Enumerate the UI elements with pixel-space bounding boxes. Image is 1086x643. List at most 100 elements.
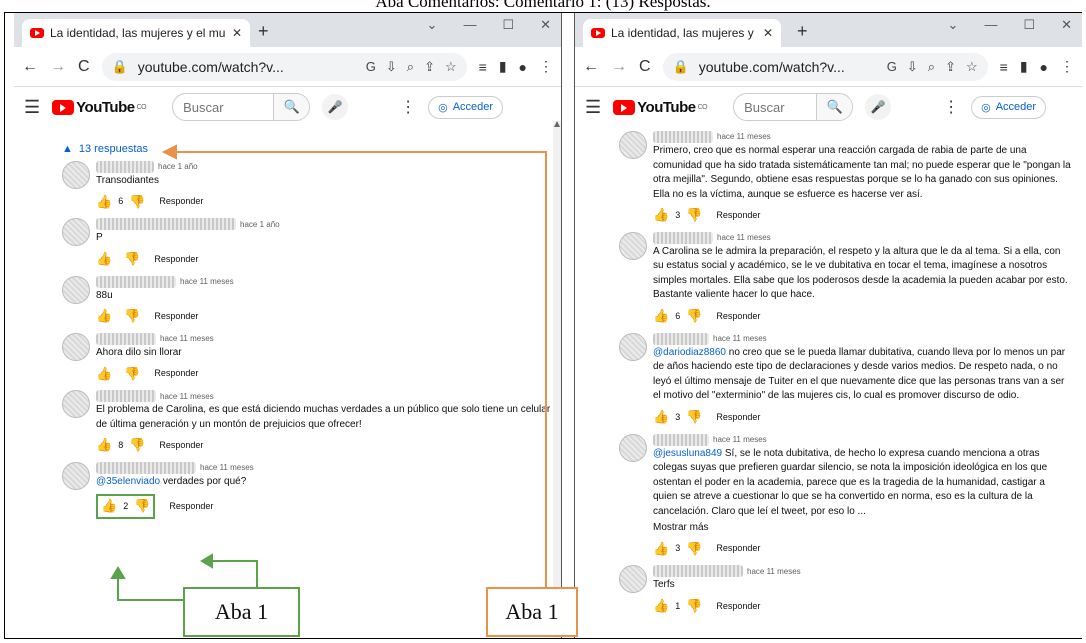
comment-time[interactable]: hace 11 meses xyxy=(747,566,801,578)
maximize-icon[interactable]: ☐ xyxy=(1023,17,1035,33)
dislike-icon[interactable]: 👎 xyxy=(686,408,702,427)
like-icon[interactable]: 👍 xyxy=(96,365,112,384)
replies-toggle[interactable]: ▲ 13 respuestas xyxy=(62,143,551,155)
install-icon[interactable]: ⇩ xyxy=(386,59,397,75)
comment-time[interactable]: hace 11 meses xyxy=(717,131,771,143)
microphone-icon[interactable]: 🎤 xyxy=(322,94,349,120)
avatar[interactable] xyxy=(62,161,90,189)
like-icon[interactable]: 👍 xyxy=(96,307,112,326)
back-icon[interactable]: ← xyxy=(583,58,599,76)
like-icon[interactable]: 👍 xyxy=(653,307,669,326)
reply-button[interactable]: Responder xyxy=(159,439,203,452)
avatar[interactable] xyxy=(62,275,90,304)
like-icon[interactable]: 👍 xyxy=(96,250,112,269)
new-tab-icon[interactable]: + xyxy=(797,21,808,42)
comment-time[interactable]: hace 11 meses xyxy=(160,391,214,403)
install-icon[interactable]: ⇩ xyxy=(907,59,918,75)
browser-menu-icon[interactable]: ⋮ xyxy=(1060,58,1074,75)
youtube-logo[interactable]: YouTube CO xyxy=(613,99,708,116)
reply-button[interactable]: Responder xyxy=(159,195,203,208)
sign-in-button[interactable]: ◎ Acceder xyxy=(971,95,1047,119)
address-bar[interactable]: 🔒 youtube.com/watch?v... G ⇩ ⌕ ⇪ ☆ xyxy=(101,52,467,81)
like-icon[interactable]: 👍 xyxy=(96,436,112,455)
zoom-icon[interactable]: ⌕ xyxy=(928,59,935,75)
reply-button[interactable]: Responder xyxy=(716,310,760,323)
minimize-icon[interactable]: — xyxy=(463,17,476,33)
youtube-logo[interactable]: YouTube CO xyxy=(52,99,147,116)
browser-menu-icon[interactable]: ⋮ xyxy=(539,58,553,75)
profile-icon[interactable]: ● xyxy=(519,59,527,75)
address-bar[interactable]: 🔒 youtube.com/watch?v... G ⇩ ⌕ ⇪ ☆ xyxy=(662,52,988,81)
minimize-icon[interactable]: — xyxy=(984,17,997,33)
reading-list-icon[interactable]: ≡ xyxy=(1000,59,1008,75)
dislike-icon[interactable]: 👎 xyxy=(124,307,140,326)
search-input[interactable] xyxy=(173,99,274,115)
reply-button[interactable]: Responder xyxy=(716,209,760,222)
comment-time[interactable]: hace 11 meses xyxy=(180,276,234,288)
google-translate-icon[interactable]: G xyxy=(887,59,897,74)
avatar[interactable] xyxy=(62,218,90,247)
profile-icon[interactable]: ● xyxy=(1040,59,1048,75)
like-icon[interactable]: 👍 xyxy=(653,597,669,616)
comment-time[interactable]: hace 11 meses xyxy=(713,434,767,446)
dislike-icon[interactable]: 👎 xyxy=(134,497,150,516)
scrollbar[interactable] xyxy=(553,121,561,638)
forward-icon[interactable]: → xyxy=(50,58,66,76)
search-input[interactable] xyxy=(734,99,817,115)
like-icon[interactable]: 👍 xyxy=(101,497,117,516)
browser-tab[interactable]: La identidad, las mujeres y el mu ✕ xyxy=(22,19,250,47)
reply-button[interactable]: Responder xyxy=(154,253,198,266)
dislike-icon[interactable]: 👎 xyxy=(129,436,145,455)
reply-button[interactable]: Responder xyxy=(716,411,760,424)
avatar[interactable] xyxy=(62,462,90,491)
search-button[interactable]: 🔍 xyxy=(273,94,310,120)
tab-search-icon[interactable]: ⌄ xyxy=(427,17,438,33)
side-panel-icon[interactable]: ▮ xyxy=(499,58,507,75)
avatar[interactable] xyxy=(619,131,647,159)
comment-time[interactable]: hace 11 meses xyxy=(713,333,767,345)
comment-time[interactable]: hace 11 meses xyxy=(160,333,214,345)
reply-button[interactable]: Responder xyxy=(169,500,213,513)
close-tab-icon[interactable]: ✕ xyxy=(232,26,242,40)
like-icon[interactable]: 👍 xyxy=(653,408,669,427)
dislike-icon[interactable]: 👎 xyxy=(686,597,702,616)
hamburger-menu-icon[interactable]: ☰ xyxy=(24,97,40,118)
search-button[interactable]: 🔍 xyxy=(816,94,853,120)
sign-in-button[interactable]: ◎ Acceder xyxy=(428,95,504,119)
avatar[interactable] xyxy=(62,390,90,419)
share-icon[interactable]: ⇪ xyxy=(945,59,956,75)
back-icon[interactable]: ← xyxy=(22,58,38,76)
reply-button[interactable]: Responder xyxy=(716,542,760,555)
close-window-icon[interactable]: ✕ xyxy=(1061,17,1072,33)
dislike-icon[interactable]: 👎 xyxy=(686,206,702,225)
comment-time[interactable]: hace 11 meses xyxy=(200,462,254,474)
avatar[interactable] xyxy=(619,231,647,260)
more-options-icon[interactable]: ⋮ xyxy=(400,97,416,117)
like-icon[interactable]: 👍 xyxy=(96,193,112,212)
reload-icon[interactable]: C xyxy=(639,58,651,76)
bookmark-star-icon[interactable]: ☆ xyxy=(966,59,978,75)
forward-icon[interactable]: → xyxy=(611,58,627,76)
mention-link[interactable]: @35elenviado xyxy=(96,476,160,487)
dislike-icon[interactable]: 👎 xyxy=(124,365,140,384)
google-translate-icon[interactable]: G xyxy=(366,59,376,74)
reply-button[interactable]: Responder xyxy=(154,367,198,380)
avatar[interactable] xyxy=(619,433,647,462)
comment-time[interactable]: hace 1 año xyxy=(158,161,198,173)
dislike-icon[interactable]: 👎 xyxy=(686,540,702,559)
dislike-icon[interactable]: 👎 xyxy=(129,193,145,212)
microphone-icon[interactable]: 🎤 xyxy=(865,94,892,120)
close-tab-icon[interactable]: ✕ xyxy=(763,26,773,40)
reload-icon[interactable]: C xyxy=(78,58,90,76)
avatar[interactable] xyxy=(62,333,90,362)
zoom-icon[interactable]: ⌕ xyxy=(407,59,414,75)
mention-link[interactable]: @jesusluna849 xyxy=(653,448,722,459)
show-more-link[interactable]: Mostrar más xyxy=(653,521,1072,536)
avatar[interactable] xyxy=(619,565,647,594)
reply-button[interactable]: Responder xyxy=(716,600,760,613)
more-options-icon[interactable]: ⋮ xyxy=(943,97,959,117)
close-window-icon[interactable]: ✕ xyxy=(540,17,551,33)
share-icon[interactable]: ⇪ xyxy=(424,59,435,75)
maximize-icon[interactable]: ☐ xyxy=(502,17,514,33)
tab-search-icon[interactable]: ⌄ xyxy=(948,17,959,33)
